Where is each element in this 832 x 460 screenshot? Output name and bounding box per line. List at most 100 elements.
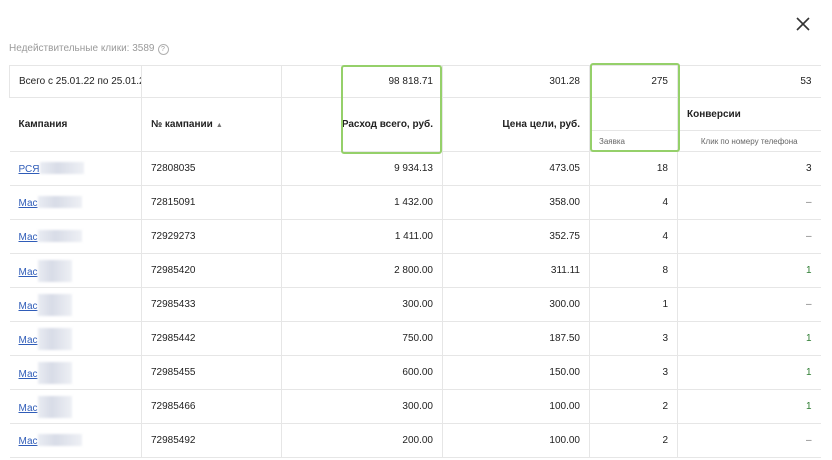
invalid-clicks-label: Недействительные клики: 3589 <box>9 43 155 54</box>
phone-clicks-cell: – <box>677 185 821 220</box>
goal-price-cell: 311.11 <box>442 253 590 288</box>
requests-cell: 3 <box>589 355 678 390</box>
redacted-name <box>37 327 72 350</box>
requests-cell: 8 <box>589 253 678 288</box>
col-empty <box>589 97 678 131</box>
spend-cell: 200.00 <box>281 423 443 458</box>
totals-empty <box>141 65 282 98</box>
totals-period: Всего с 25.01.22 по 25.01.23 <box>9 65 142 98</box>
totals-phone-clicks: 53 <box>677 65 821 98</box>
redacted-name <box>37 434 82 446</box>
col-requests[interactable]: Заявка <box>589 130 678 152</box>
phone-clicks-cell: – <box>677 219 821 254</box>
col-number[interactable]: № кампании ▲ <box>141 97 282 152</box>
phone-clicks-cell: 1 <box>677 321 821 356</box>
campaign-link[interactable]: Мас <box>19 232 38 243</box>
campaign-number: 72985442 <box>141 321 282 356</box>
col-conversions: Конверсии <box>687 108 741 120</box>
help-icon[interactable]: ? <box>157 44 169 55</box>
spend-cell: 1 432.00 <box>281 185 443 220</box>
col-campaign[interactable]: Кампания <box>9 97 142 152</box>
phone-clicks-cell: – <box>677 287 821 322</box>
campaign-number: 72985455 <box>141 355 282 390</box>
phone-clicks-cell: 3 <box>677 151 821 186</box>
table-row: Мас 72985442 750.00 187.50 3 1 <box>9 321 821 356</box>
col-spend[interactable]: Расход всего, руб. <box>281 97 443 152</box>
close-icon[interactable] <box>793 14 813 34</box>
requests-cell: 3 <box>589 321 678 356</box>
campaign-link[interactable]: Мас <box>19 198 38 209</box>
table-row: РСЯ 72808035 9 934.13 473.05 18 3 <box>9 151 821 186</box>
sort-asc-icon: ▲ <box>215 122 223 129</box>
table-row: Мас 72815091 1 432.00 358.00 4– <box>9 185 821 220</box>
table-row: Мас 72929273 1 411.00 352.75 4– <box>9 219 821 254</box>
campaign-link[interactable]: Мас <box>19 436 38 447</box>
goal-price-cell: 100.00 <box>442 423 590 458</box>
totals-spend: 98 818.71 <box>281 65 443 98</box>
spend-cell: 1 411.00 <box>281 219 443 254</box>
redacted-name <box>37 395 72 418</box>
campaign-cell: Мас <box>9 253 142 288</box>
campaign-number: 72929273 <box>141 219 282 254</box>
redacted-name <box>37 293 72 316</box>
stats-table: Всего с 25.01.22 по 25.01.23 98 818.71 3… <box>9 65 821 458</box>
campaign-number: 72985433 <box>141 287 282 322</box>
goal-price-cell: 300.00 <box>442 287 590 322</box>
campaign-cell: Мас <box>9 355 142 390</box>
campaign-link[interactable]: РСЯ <box>19 164 40 175</box>
header-row: Кампания № кампании ▲ Расход всего, руб. … <box>9 97 821 152</box>
redacted-name <box>37 196 82 208</box>
redacted-name <box>37 361 72 384</box>
phone-clicks-cell: – <box>677 423 821 458</box>
phone-clicks-cell: 1 <box>677 355 821 390</box>
requests-cell: 2 <box>589 389 678 424</box>
phone-clicks-cell: 1 <box>677 253 821 288</box>
requests-cell: 4 <box>589 219 678 254</box>
totals-requests: 275 <box>589 65 678 98</box>
campaign-cell: Мас <box>9 219 142 254</box>
campaign-link[interactable]: Мас <box>19 403 38 414</box>
col-phone-clicks[interactable]: Клик по номеру телефона <box>677 130 821 152</box>
totals-goal-price: 301.28 <box>442 65 590 98</box>
redacted-name <box>37 230 82 242</box>
campaign-cell: Мас <box>9 389 142 424</box>
goal-price-cell: 358.00 <box>442 185 590 220</box>
redacted-name <box>37 259 72 282</box>
table-row: Мас 72985466 300.00 100.00 2 1 <box>9 389 821 424</box>
goal-price-cell: 100.00 <box>442 389 590 424</box>
table-row: Мас 72985433 300.00 300.00 1– <box>9 287 821 322</box>
spend-cell: 300.00 <box>281 389 443 424</box>
campaign-number: 72985492 <box>141 423 282 458</box>
col-goal-price[interactable]: Цена цели, руб. <box>442 97 590 152</box>
spend-cell: 9 934.13 <box>281 151 443 186</box>
spend-cell: 600.00 <box>281 355 443 390</box>
campaign-cell: Мас <box>9 321 142 356</box>
table-row: Мас 72985455 600.00 150.00 3 1 <box>9 355 821 390</box>
table-row: Мас 72985420 2 800.00 311.11 8 1 <box>9 253 821 288</box>
campaign-link[interactable]: Мас <box>19 267 38 278</box>
requests-cell: 4 <box>589 185 678 220</box>
campaign-cell: РСЯ <box>9 151 142 186</box>
goal-price-cell: 352.75 <box>442 219 590 254</box>
campaign-cell: Мас <box>9 185 142 220</box>
spend-cell: 300.00 <box>281 287 443 322</box>
campaign-cell: Мас <box>9 423 142 458</box>
col-number-label: № кампании <box>151 119 213 130</box>
goal-price-cell: 150.00 <box>442 355 590 390</box>
requests-cell: 18 <box>589 151 678 186</box>
spend-cell: 750.00 <box>281 321 443 356</box>
campaign-link[interactable]: Мас <box>19 335 38 346</box>
campaign-number: 72808035 <box>141 151 282 186</box>
phone-clicks-cell: 1 <box>677 389 821 424</box>
goal-price-cell: 187.50 <box>442 321 590 356</box>
campaign-link[interactable]: Мас <box>19 301 38 312</box>
invalid-clicks: Недействительные клики: 3589? <box>9 43 169 55</box>
campaign-cell: Мас <box>9 287 142 322</box>
requests-cell: 1 <box>589 287 678 322</box>
goal-price-cell: 473.05 <box>442 151 590 186</box>
redacted-name <box>39 162 84 174</box>
campaign-number: 72815091 <box>141 185 282 220</box>
spend-cell: 2 800.00 <box>281 253 443 288</box>
campaign-link[interactable]: Мас <box>19 369 38 380</box>
campaign-number: 72985466 <box>141 389 282 424</box>
